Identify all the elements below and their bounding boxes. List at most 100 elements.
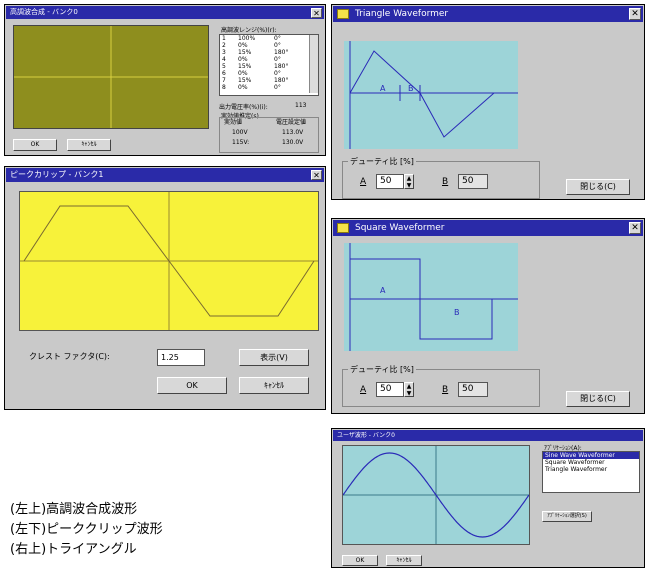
peak-clip-title: ピークカリップ - バンク1 bbox=[10, 170, 104, 179]
b-label: B bbox=[442, 385, 449, 395]
caption-top-right: (右上)トライアングル bbox=[10, 542, 137, 557]
app-icon bbox=[337, 8, 349, 19]
a-label: A bbox=[360, 385, 367, 395]
caption-top-left: (左上)高調波合成波形 bbox=[10, 502, 138, 517]
harmonic-scope bbox=[13, 25, 209, 129]
peak-clip-titlebar: ピークカリップ - バンク1 ✕ bbox=[6, 168, 324, 182]
app-select-button[interactable]: ｱﾌﾟﾘｹｰｼｮﾝ選択(S) bbox=[542, 511, 592, 522]
memory-title: ユーザ波形 - バンク0 bbox=[337, 432, 395, 439]
harmonic-window: 高調波合成 - バンク0 ✕ 高調波レンジ(%)(r): 1 100% 0° 2 0% 0… bbox=[4, 4, 326, 156]
harmonic-pct: 0% bbox=[238, 84, 248, 91]
harmonic-table[interactable]: 1 100% 0° 2 0% 0° 3 15% 180° 4 0% 0° 5 15% 180° 6 0% 0° 7 1… bbox=[219, 34, 319, 96]
square-window: Square Waveformer ✕ A B デューティ比 [%] A 50 … bbox=[331, 218, 645, 414]
close-button[interactable]: 閉じる(C) bbox=[566, 391, 630, 407]
list-item[interactable]: Sine Wave Waveformer bbox=[543, 452, 639, 459]
caption-bottom-left: (左下)ピーククリップ波形 bbox=[10, 522, 163, 537]
close-icon[interactable]: ✕ bbox=[629, 8, 641, 20]
crest-factor-label: クレスト ファクタ(C): bbox=[29, 352, 110, 361]
harmonic-n: 6 bbox=[222, 70, 226, 77]
marker-b: B bbox=[454, 308, 460, 317]
triangle-waveform: A B bbox=[349, 41, 518, 149]
cancel-button[interactable]: ｷｬﾝｾﾙ bbox=[67, 139, 111, 151]
harmonic-deg: 180° bbox=[274, 63, 289, 70]
harmonic-deg: 180° bbox=[274, 77, 289, 84]
harmonic-n: 4 bbox=[222, 56, 226, 63]
harmonic-n: 2 bbox=[222, 42, 226, 49]
harmonic-deg: 180° bbox=[274, 49, 289, 56]
b-duty-input[interactable]: 50 bbox=[458, 174, 488, 189]
close-icon[interactable]: ✕ bbox=[629, 222, 641, 234]
duty-label: デューティ比 [%] bbox=[348, 364, 416, 375]
a-duty-input[interactable]: 50 bbox=[376, 174, 404, 189]
list-item[interactable]: Square Waveformer bbox=[543, 459, 639, 466]
harmonic-n: 3 bbox=[222, 49, 226, 56]
marker-b: B bbox=[408, 84, 414, 93]
table-row[interactable]: 4 0% 0° bbox=[220, 56, 318, 63]
triangle-scope: A B bbox=[344, 41, 518, 149]
actual-2: 115V: bbox=[232, 139, 250, 146]
display-button[interactable]: 表示(V) bbox=[239, 349, 309, 366]
harmonic-deg: 0° bbox=[274, 70, 281, 77]
memory-titlebar: ユーザ波形 - バンク0 bbox=[333, 430, 643, 441]
table-row[interactable]: 1 100% 0° bbox=[220, 35, 318, 42]
memory-scope bbox=[342, 445, 530, 545]
close-icon[interactable]: ✕ bbox=[311, 8, 322, 18]
square-scope: A B bbox=[344, 243, 518, 351]
harmonic-n: 8 bbox=[222, 84, 226, 91]
memory-window: ユーザ波形 - バンク0 ｱﾌﾟﾘｹｰｼｮﾝ(A): Sine Wave Wav… bbox=[331, 428, 645, 568]
table-row[interactable]: 8 0% 0° bbox=[220, 84, 318, 91]
harmonic-pct: 100% bbox=[238, 35, 256, 42]
table-row[interactable]: 7 15% 180° bbox=[220, 77, 318, 84]
close-icon[interactable]: ✕ bbox=[311, 170, 322, 180]
list-item[interactable]: Triangle Waveformer bbox=[543, 466, 639, 473]
app-list[interactable]: Sine Wave Waveformer Square Waveformer T… bbox=[542, 451, 640, 493]
volt-2: 130.0V bbox=[282, 139, 304, 146]
table-row[interactable]: 5 15% 180° bbox=[220, 63, 318, 70]
app-icon bbox=[337, 222, 349, 233]
cancel-button[interactable]: ｷｬﾝｾﾙ bbox=[239, 377, 309, 394]
ok-button[interactable]: OK bbox=[342, 555, 378, 566]
peak-clip-window: ピークカリップ - バンク1 ✕ クレスト ファクタ(C): 1.25 表示(V… bbox=[4, 166, 326, 410]
duty-label: デューティ比 [%] bbox=[348, 156, 416, 167]
cancel-button[interactable]: ｷｬﾝｾﾙ bbox=[386, 555, 422, 566]
peak-clip-waveform bbox=[20, 192, 318, 330]
peak-clip-scope bbox=[19, 191, 319, 331]
a-label: A bbox=[360, 177, 367, 187]
volt-1: 113.0V bbox=[282, 129, 304, 136]
ok-button[interactable]: OK bbox=[157, 377, 227, 394]
output-label: 出力電圧率(%)(i): bbox=[219, 104, 268, 111]
crest-factor-input[interactable]: 1.25 bbox=[157, 349, 205, 366]
marker-a: A bbox=[380, 84, 386, 93]
harmonic-deg: 0° bbox=[274, 42, 281, 49]
close-button[interactable]: 閉じる(C) bbox=[566, 179, 630, 195]
harmonic-pct: 0% bbox=[238, 42, 248, 49]
b-duty-input[interactable]: 50 bbox=[458, 382, 488, 397]
harmonic-titlebar: 高調波合成 - バンク0 ✕ bbox=[6, 6, 324, 19]
harmonic-deg: 0° bbox=[274, 84, 281, 91]
info-group: 実効値 電圧設定値 100V 113.0V 115V: 130.0V bbox=[219, 117, 319, 153]
harmonic-scope-grid bbox=[14, 26, 208, 128]
harmonic-n: 1 bbox=[222, 35, 226, 42]
table-row[interactable]: 6 0% 0° bbox=[220, 70, 318, 77]
actual-1: 100V bbox=[232, 129, 248, 136]
triangle-titlebar: Triangle Waveformer ✕ bbox=[333, 6, 643, 22]
ok-button[interactable]: OK bbox=[13, 139, 57, 151]
triangle-title: Triangle Waveformer bbox=[355, 9, 449, 19]
col-actual: 実効値 bbox=[224, 119, 243, 126]
table-row[interactable]: 2 0% 0° bbox=[220, 42, 318, 49]
table-row[interactable]: 3 15% 180° bbox=[220, 49, 318, 56]
a-duty-input[interactable]: 50 bbox=[376, 382, 404, 397]
marker-a: A bbox=[380, 286, 386, 295]
harmonic-pct: 15% bbox=[238, 63, 252, 70]
square-waveform: A B bbox=[349, 243, 518, 351]
harmonic-n: 7 bbox=[222, 77, 226, 84]
output-value: 113 bbox=[295, 102, 307, 109]
harmonic-pct: 0% bbox=[238, 70, 248, 77]
square-title: Square Waveformer bbox=[355, 223, 445, 233]
a-duty-spinner[interactable]: ▲ ▼ bbox=[404, 382, 414, 397]
a-duty-spinner[interactable]: ▲ ▼ bbox=[404, 174, 414, 189]
b-label: B bbox=[442, 177, 449, 187]
col-volt: 電圧設定値 bbox=[276, 119, 307, 126]
harmonic-deg: 0° bbox=[274, 56, 281, 63]
scrollbar[interactable] bbox=[309, 35, 318, 93]
